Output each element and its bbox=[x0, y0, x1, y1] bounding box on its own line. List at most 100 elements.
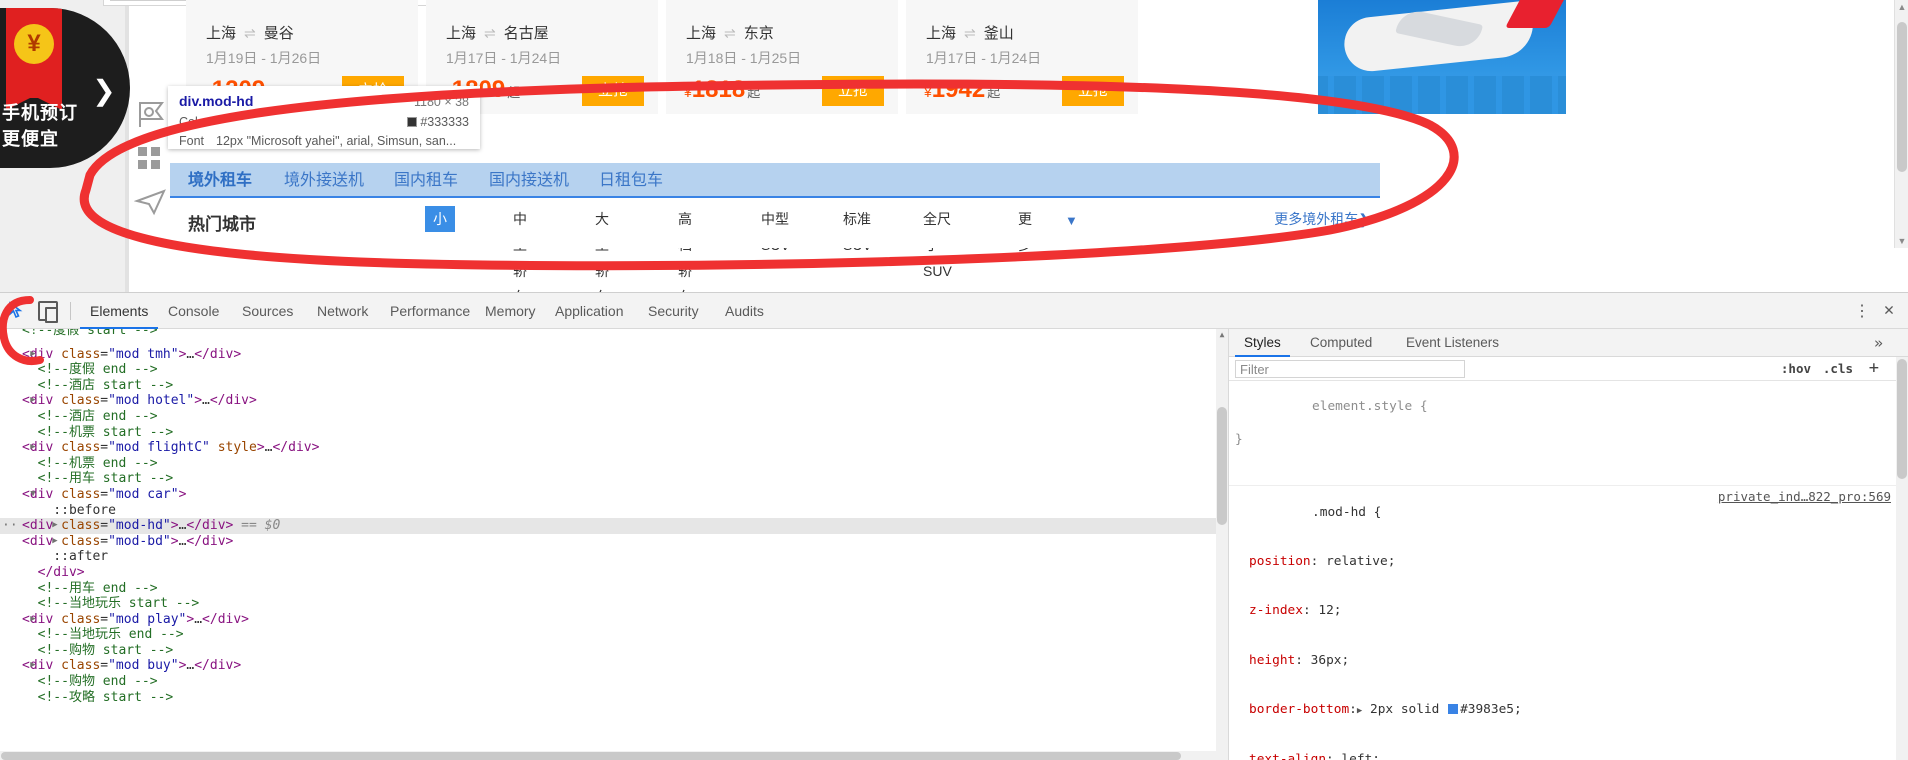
dom-line[interactable]: <!--度假 end --> bbox=[0, 362, 1228, 378]
new-style-rule-button[interactable]: + bbox=[1869, 359, 1879, 377]
dom-scrollbar-thumb[interactable] bbox=[1217, 407, 1227, 525]
property-value[interactable]: 36px; bbox=[1311, 653, 1350, 668]
tab-performance[interactable]: Performance bbox=[380, 293, 480, 329]
dom-line-selected[interactable]: ·· ▶ <div class="mod-hd">…</div> == $0 bbox=[0, 518, 1228, 534]
grab-deal-button[interactable]: 立抢 bbox=[1062, 76, 1124, 106]
scroll-up-arrow-icon[interactable]: ▲ bbox=[1895, 0, 1908, 14]
nav-tab-daily-charter[interactable]: 日租包车 bbox=[595, 163, 667, 198]
scroll-down-arrow-icon[interactable]: ▼ bbox=[1895, 234, 1908, 248]
color-swatch-icon[interactable] bbox=[1448, 703, 1459, 714]
dom-line[interactable]: ▶ <div class="mod tmh">…</div> bbox=[0, 347, 1228, 363]
tab-elements[interactable]: Elements bbox=[80, 293, 159, 329]
property-value[interactable]: relative; bbox=[1326, 554, 1395, 569]
tab-memory[interactable]: Memory bbox=[475, 293, 546, 329]
dom-line[interactable]: <!--酒店 start --> bbox=[0, 378, 1228, 394]
grab-deal-button[interactable]: 立抢 bbox=[582, 76, 644, 106]
tab-application[interactable]: Application bbox=[545, 293, 634, 329]
tab-event-listeners[interactable]: Event Listeners bbox=[1397, 329, 1508, 357]
page-vertical-scrollbar[interactable]: ▲ ▼ bbox=[1894, 0, 1908, 248]
close-icon[interactable]: ✕ bbox=[1880, 301, 1898, 319]
element-classes-toggle[interactable]: .cls bbox=[1823, 360, 1853, 378]
chevron-right-icon[interactable]: ❯ bbox=[86, 74, 122, 110]
card-route: 上海 ⇌ 名古屋 bbox=[446, 22, 549, 43]
more-overseas-rental-link[interactable]: 更多境外租车❯ bbox=[1274, 209, 1370, 229]
dom-line[interactable]: <!--酒店 end --> bbox=[0, 409, 1228, 425]
grid-icon[interactable] bbox=[134, 143, 174, 183]
styles-pane-scrollbar[interactable]: ▲ bbox=[1896, 357, 1908, 760]
nav-tab-domestic-rental[interactable]: 国内租车 bbox=[390, 163, 462, 198]
tab-computed[interactable]: Computed bbox=[1301, 329, 1381, 357]
currency-symbol: ¥ bbox=[684, 84, 692, 100]
flight-deal-card[interactable]: 上海 ⇌ 釜山 1月17日 - 1月24日 ¥1942 起 立抢 bbox=[906, 0, 1138, 114]
dom-line[interactable]: <!--用车 start --> bbox=[0, 471, 1228, 487]
dom-line[interactable]: ▶ <div class="mod buy">…</div> bbox=[0, 658, 1228, 674]
grab-deal-button[interactable]: 立抢 bbox=[822, 76, 884, 106]
more-tabs-icon[interactable]: » bbox=[1874, 329, 1883, 357]
dom-line[interactable]: ▶ <div class="mod flightC" style>…</div> bbox=[0, 440, 1228, 456]
style-property[interactable]: position: relative; bbox=[1235, 554, 1897, 570]
dom-line[interactable]: ▶ <div class="mod-bd">…</div> bbox=[0, 534, 1228, 550]
page-scrollbar-thumb[interactable] bbox=[1897, 22, 1907, 172]
style-property[interactable]: height: 36px; bbox=[1235, 653, 1897, 669]
hover-state-toggle[interactable]: :hov bbox=[1781, 360, 1811, 378]
dom-line-pseudo[interactable]: ::after bbox=[0, 549, 1228, 565]
dom-line[interactable]: <!--购物 end --> bbox=[0, 674, 1228, 690]
property-value[interactable]: 12; bbox=[1318, 603, 1341, 618]
dom-tree[interactable]: <!--度假 start --> ▶ <div class="mod tmh">…… bbox=[0, 329, 1228, 760]
dom-line-pseudo[interactable]: ::before bbox=[0, 503, 1228, 519]
rule-source-link[interactable]: private_ind…822_pro:569 bbox=[1718, 489, 1891, 505]
car-type-tab-large-sedan[interactable]: 大型轿车 bbox=[587, 206, 617, 292]
tab-audits[interactable]: Audits bbox=[715, 293, 774, 329]
flight-deal-card[interactable]: 上海 ⇌ 东京 1月18日 - 1月25日 ¥1818 起 立抢 bbox=[666, 0, 898, 114]
tab-security[interactable]: Security bbox=[638, 293, 709, 329]
style-rule-mod-hd[interactable]: .mod-hd { private_ind…822_pro:569 positi… bbox=[1229, 486, 1897, 760]
car-type-tab-standard-suv[interactable]: 标准SUV bbox=[835, 206, 880, 253]
route-from: 上海 bbox=[686, 25, 717, 42]
style-property[interactable]: z-index: 12; bbox=[1235, 603, 1897, 619]
dom-line[interactable]: ▼ <div class="mod car"> bbox=[0, 487, 1228, 503]
dom-line[interactable]: <!--机票 start --> bbox=[0, 425, 1228, 441]
car-type-tab-mid-suv[interactable]: 中型SUV bbox=[753, 206, 798, 253]
style-property[interactable]: border-bottom:▶ 2px solid #3983e5; bbox=[1235, 702, 1897, 719]
chevron-down-icon[interactable]: ▼ bbox=[1065, 213, 1078, 228]
more-options-icon[interactable]: ⋮ bbox=[1854, 302, 1870, 320]
dom-tree-horizontal-scrollbar[interactable] bbox=[0, 751, 1228, 760]
dom-line[interactable]: <!--用车 end --> bbox=[0, 581, 1228, 597]
nav-tab-overseas-transfer[interactable]: 境外接送机 bbox=[280, 163, 368, 198]
car-type-tab-mid-sedan[interactable]: 中型轿车 bbox=[505, 206, 535, 292]
dom-line[interactable]: ▶ <div class="mod hotel">…</div> bbox=[0, 393, 1228, 409]
dom-line[interactable]: <!--当地玩乐 start --> bbox=[0, 596, 1228, 612]
car-type-tab-small-sedan[interactable]: 小型轿车 bbox=[425, 206, 455, 292]
dom-line[interactable]: <!--攻略 start --> bbox=[0, 690, 1228, 706]
scroll-up-arrow-icon[interactable]: ▲ bbox=[1216, 329, 1228, 341]
car-type-tab-premium-sedan[interactable]: 高档轿车 bbox=[670, 206, 700, 292]
dom-line[interactable]: <!--度假 start --> bbox=[0, 329, 1228, 347]
dom-tree-vertical-scrollbar[interactable]: ▲ bbox=[1216, 329, 1228, 760]
swap-arrows-icon: ⇌ bbox=[724, 25, 736, 41]
dom-hscrollbar-thumb[interactable] bbox=[1, 752, 1181, 760]
inspect-element-icon[interactable] bbox=[8, 301, 30, 321]
style-rule-element-style[interactable]: element.style { } bbox=[1229, 381, 1897, 487]
paper-plane-icon[interactable] bbox=[133, 187, 174, 227]
dom-line[interactable]: </div> bbox=[0, 565, 1228, 581]
styles-filter-input[interactable]: Filter bbox=[1235, 360, 1465, 378]
dom-line[interactable]: <!--购物 start --> bbox=[0, 643, 1228, 659]
dom-line[interactable]: <!--机票 end --> bbox=[0, 456, 1228, 472]
airplane-promo-banner[interactable] bbox=[1318, 0, 1566, 114]
styles-rule-list[interactable]: element.style { } .mod-hd { private_ind…… bbox=[1229, 381, 1897, 760]
property-value[interactable]: left; bbox=[1341, 752, 1380, 760]
car-type-tab-more[interactable]: 更多 bbox=[1010, 206, 1040, 253]
car-type-tab-full-size-suv[interactable]: 全尺寸SUV bbox=[915, 206, 960, 279]
tab-sources[interactable]: Sources bbox=[232, 293, 303, 329]
styles-scrollbar-thumb[interactable] bbox=[1897, 359, 1907, 479]
device-toolbar-icon[interactable] bbox=[38, 301, 58, 323]
tab-network[interactable]: Network bbox=[307, 293, 378, 329]
tab-console[interactable]: Console bbox=[158, 293, 229, 329]
style-property[interactable]: text-align: left; bbox=[1235, 752, 1897, 760]
dom-line[interactable]: ▶ <div class="mod play">…</div> bbox=[0, 612, 1228, 628]
nav-tab-domestic-transfer[interactable]: 国内接送机 bbox=[485, 163, 573, 198]
dom-line[interactable]: <!--当地玩乐 end --> bbox=[0, 627, 1228, 643]
tab-styles[interactable]: Styles bbox=[1235, 329, 1290, 357]
car-rental-nav-bar: 境外租车 境外接送机 国内租车 国内接送机 日租包车 bbox=[170, 163, 1380, 198]
nav-tab-overseas-rental[interactable]: 境外租车 bbox=[184, 163, 256, 198]
